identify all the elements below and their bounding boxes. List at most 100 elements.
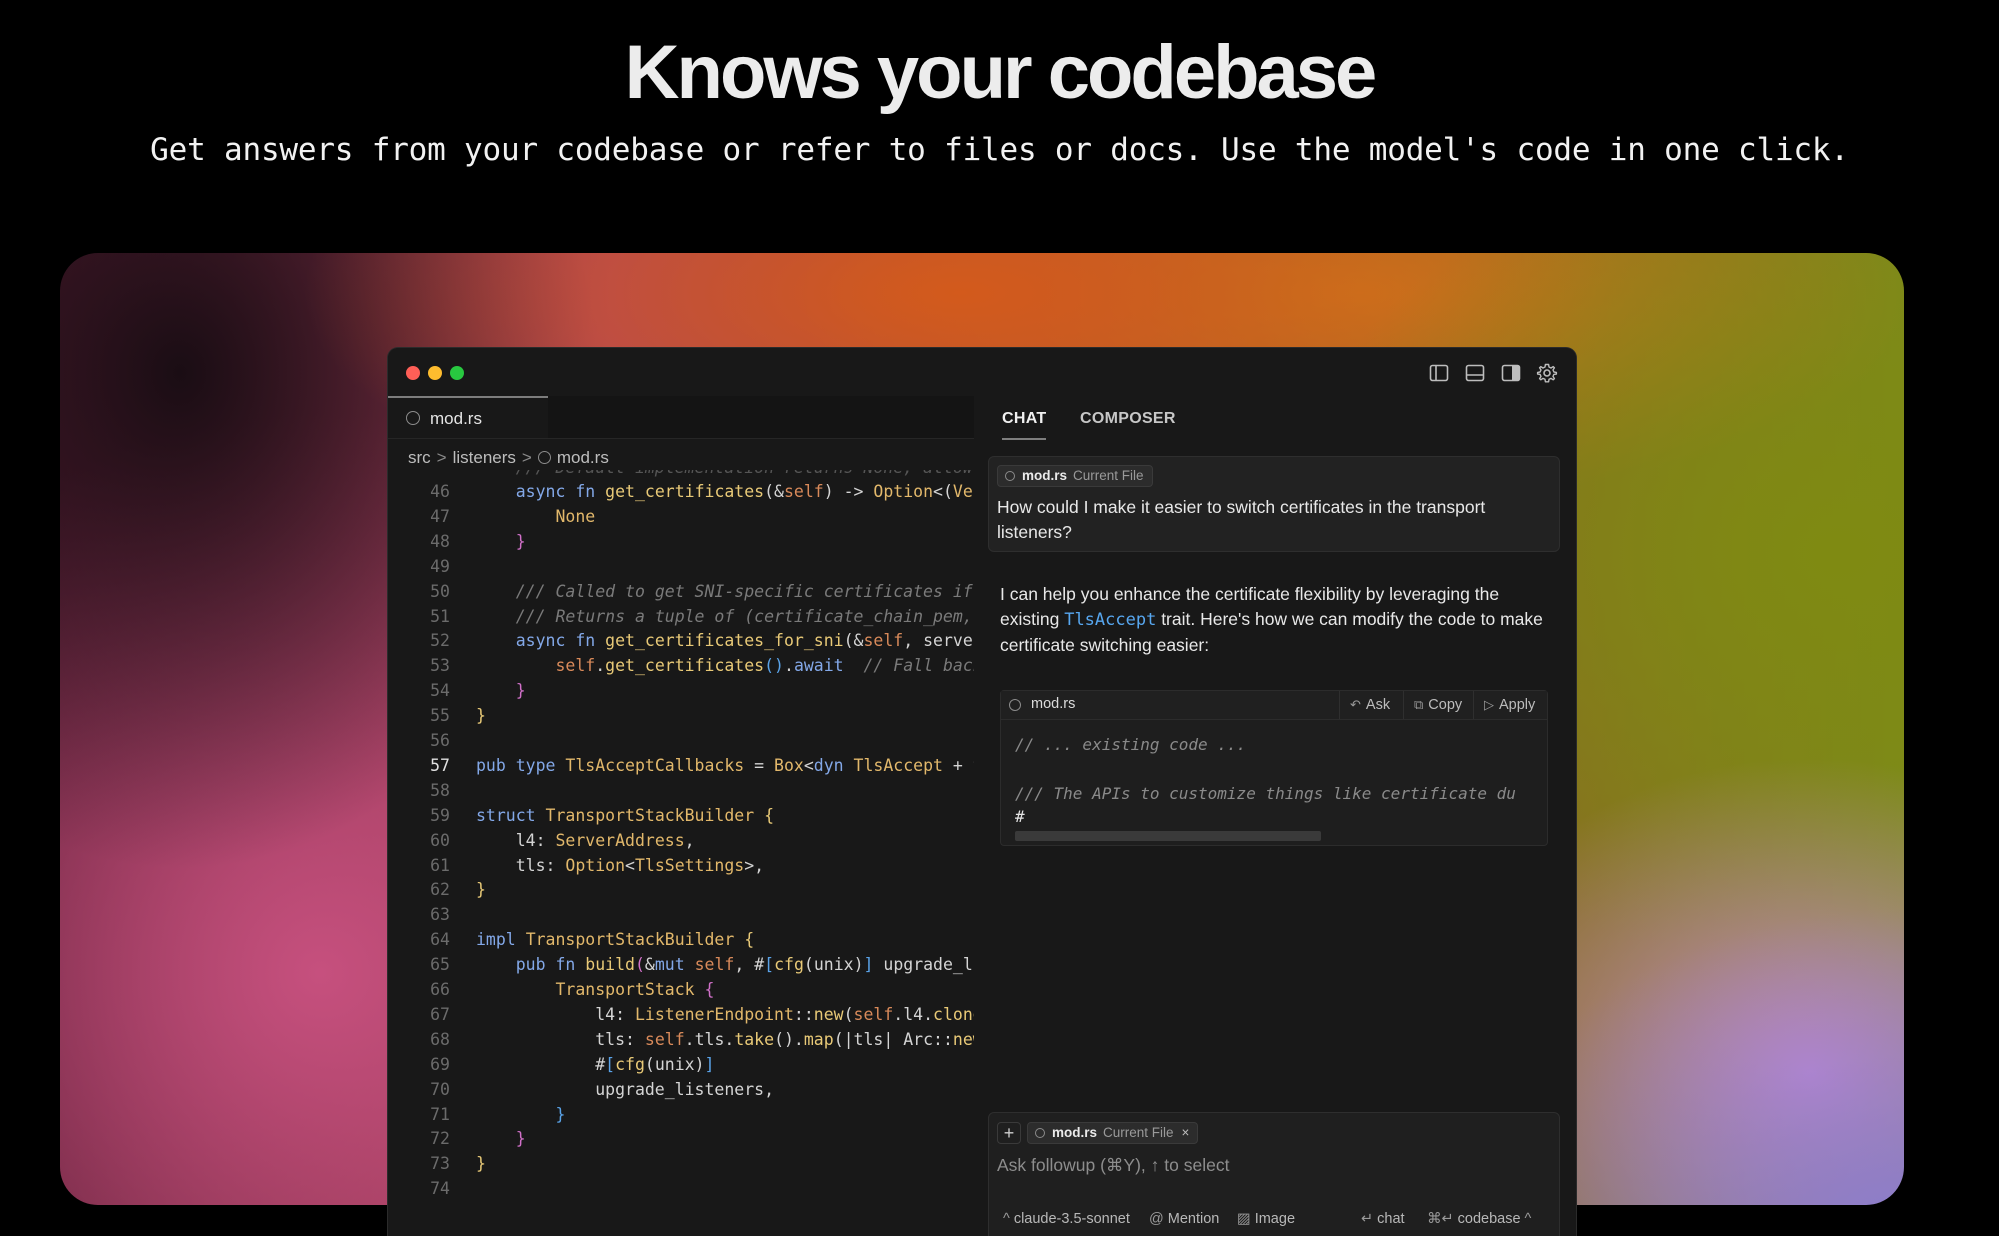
line-number: 72 (408, 1129, 450, 1148)
add-context-button[interactable]: + (997, 1122, 1021, 1144)
code-line[interactable]: 54 } (388, 681, 974, 706)
line-source: } (476, 1129, 526, 1148)
code-line[interactable]: 52 async fn get_certificates_for_sni(&se… (388, 631, 974, 656)
code-line: # (1015, 807, 1025, 826)
line-number: 62 (408, 880, 450, 899)
close-window-button[interactable] (406, 366, 420, 380)
tab-composer[interactable]: COMPOSER (1080, 410, 1176, 428)
code-line[interactable]: 64impl TransportStackBuilder { (388, 930, 974, 955)
context-file-pill[interactable]: mod.rsCurrent File× (1027, 1122, 1198, 1144)
code-line[interactable]: 50 /// Called to get SNI-specific certif… (388, 582, 974, 607)
rust-file-icon (538, 451, 551, 464)
hero-title: Knows your codebase (0, 28, 1999, 118)
copy-icon: ⧉ (1414, 697, 1423, 712)
code-line[interactable]: 53 self.get_certificates().await // Fall… (388, 656, 974, 681)
line-number: 56 (408, 731, 450, 750)
line-number: 53 (408, 656, 450, 675)
line-number: 50 (408, 582, 450, 601)
mention-button[interactable]: @Mention (1149, 1211, 1219, 1227)
code-line[interactable]: 70 upgrade_listeners, (388, 1080, 974, 1105)
code-line[interactable]: 62} (388, 880, 974, 905)
user-message: mod.rsCurrent File How could I make it e… (988, 456, 1560, 552)
title-bar (388, 348, 1576, 397)
chevron-up-icon: ^ (1525, 1211, 1532, 1227)
line-source: } (476, 1154, 486, 1173)
close-icon[interactable]: × (1182, 1125, 1190, 1140)
image-icon: ▨ (1237, 1211, 1251, 1227)
editor-tab-label: mod.rs (430, 409, 482, 429)
code-lines[interactable]: /// Default implementation returns None,… (388, 470, 974, 1236)
line-source: } (476, 880, 486, 899)
editor-tab-mod-rs[interactable]: mod.rs (388, 396, 548, 438)
code-line[interactable]: 60 l4: ServerAddress, (388, 831, 974, 856)
context-file-pill[interactable]: mod.rsCurrent File (997, 465, 1153, 487)
code-line[interactable]: 61 tls: Option<TlsSettings>, (388, 856, 974, 881)
line-number: 59 (408, 806, 450, 825)
toggle-left-panel-icon[interactable] (1428, 362, 1450, 384)
submit-codebase-button[interactable]: ⌘↵codebase^ (1427, 1211, 1535, 1227)
apply-button[interactable]: ▷Apply (1473, 691, 1535, 719)
code-line[interactable]: 51 /// Returns a tuple of (certificate_c… (388, 607, 974, 632)
line-number: 63 (408, 905, 450, 924)
line-source: async fn get_certificates(&self) -> Opti… (476, 482, 974, 501)
line-number: 69 (408, 1055, 450, 1074)
chat-input-box: + mod.rsCurrent File× Ask followup (⌘Y),… (988, 1112, 1560, 1236)
code-editor: mod.rs src>listeners>mod.rs /// Default … (388, 396, 975, 1236)
breadcrumb-file[interactable]: mod.rs (557, 448, 609, 467)
toggle-right-panel-icon[interactable] (1500, 362, 1522, 384)
breadcrumb: src>listeners>mod.rs (408, 448, 609, 468)
code-block-filename: mod.rs (1031, 696, 1075, 712)
code-line[interactable]: 55} (388, 706, 974, 731)
code-block-scrollbar[interactable] (1015, 831, 1321, 841)
copy-button[interactable]: ⧉Copy (1403, 691, 1462, 719)
code-line[interactable]: 69 #[cfg(unix)] (388, 1055, 974, 1080)
breadcrumb-listeners[interactable]: listeners (453, 448, 516, 467)
submit-chat-button[interactable]: ↵chat (1361, 1211, 1405, 1227)
code-line[interactable]: 67 l4: ListenerEndpoint::new(self.l4.clo… (388, 1005, 974, 1030)
hero-subtitle: Get answers from your codebase or refer … (0, 132, 1999, 168)
followup-input[interactable]: Ask followup (⌘Y), ↑ to select (997, 1155, 1229, 1176)
chat-panel: CHAT COMPOSER mod.rsCurrent File How cou… (974, 396, 1576, 1236)
toggle-bottom-panel-icon[interactable] (1464, 362, 1486, 384)
code-line[interactable]: 63 (388, 905, 974, 930)
maximize-window-button[interactable] (450, 366, 464, 380)
line-number: 51 (408, 607, 450, 626)
line-source: } (476, 532, 526, 551)
assistant-answer: I can help you enhance the certificate f… (1000, 582, 1554, 658)
line-number: 71 (408, 1105, 450, 1124)
model-selector[interactable]: ^claude-3.5-sonnet (1003, 1211, 1130, 1227)
code-line[interactable]: 74 (388, 1179, 974, 1204)
line-source: pub fn build(&mut self, #[cfg(unix)] upg… (476, 955, 974, 974)
line-number: 65 (408, 955, 450, 974)
code-line[interactable]: 71 } (388, 1105, 974, 1130)
tab-chat[interactable]: CHAT (1002, 410, 1046, 428)
code-line[interactable]: 48 } (388, 532, 974, 557)
line-source: self.get_certificates().await // Fall ba… (476, 656, 974, 675)
symbol-link[interactable]: TlsAccept (1064, 610, 1156, 630)
code-line[interactable]: 46 async fn get_certificates(&self) -> O… (388, 482, 974, 507)
command-return-icon: ⌘↵ (1427, 1211, 1454, 1227)
rust-file-icon (1009, 699, 1021, 711)
code-line[interactable]: 59struct TransportStackBuilder { (388, 806, 974, 831)
code-line[interactable]: 58 (388, 781, 974, 806)
play-icon: ▷ (1484, 697, 1494, 712)
code-line[interactable]: 68 tls: self.tls.take().map(|tls| Arc::n… (388, 1030, 974, 1055)
line-number: 68 (408, 1030, 450, 1049)
code-line[interactable]: 56 (388, 731, 974, 756)
breadcrumb-src[interactable]: src (408, 448, 431, 467)
image-button[interactable]: ▨Image (1237, 1211, 1295, 1227)
return-icon: ↵ (1361, 1211, 1373, 1227)
gear-icon[interactable] (1536, 362, 1558, 384)
line-source: l4: ServerAddress, (476, 831, 695, 850)
code-line[interactable]: 47 None (388, 507, 974, 532)
code-line[interactable]: 73} (388, 1154, 974, 1179)
at-icon: @ (1149, 1211, 1164, 1227)
ask-button[interactable]: ↶Ask (1339, 691, 1390, 719)
code-line[interactable]: 66 TransportStack { (388, 980, 974, 1005)
code-line[interactable]: 72 } (388, 1129, 974, 1154)
code-line[interactable]: 57pub type TlsAcceptCallbacks = Box<dyn … (388, 756, 974, 781)
code-line[interactable]: 49 (388, 557, 974, 582)
code-line[interactable]: 65 pub fn build(&mut self, #[cfg(unix)] … (388, 955, 974, 980)
line-number: 67 (408, 1005, 450, 1024)
minimize-window-button[interactable] (428, 366, 442, 380)
